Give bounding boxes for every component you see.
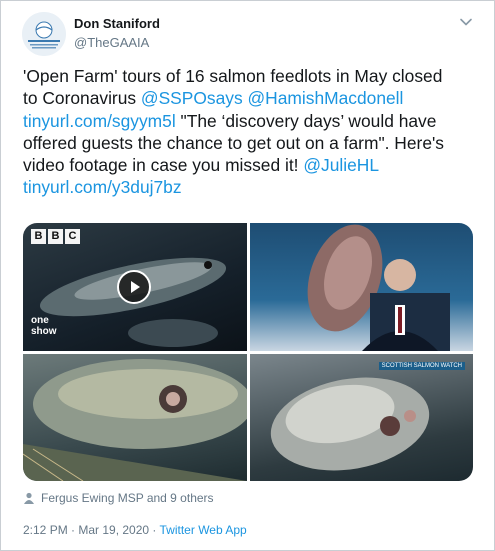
tweet-text-line: tinyurl.com/y3duj7bz	[23, 176, 483, 198]
author-avatar[interactable]	[22, 12, 66, 56]
tweet-link[interactable]: tinyurl.com/y3duj7bz	[23, 177, 182, 197]
media-image-3[interactable]	[23, 354, 247, 481]
tweet-timestamp[interactable]: 2:12 PM · Mar 19, 2020 ·	[23, 523, 160, 537]
play-icon[interactable]	[117, 270, 151, 304]
salmon-watch-badge: SCOTTISH SALMON WATCH	[378, 362, 465, 370]
liked-by-text: Fergus Ewing MSP and 9 others	[41, 491, 214, 505]
tweet-text-line: offered guests the chance to get out on …	[23, 132, 483, 154]
liked-by[interactable]: Fergus Ewing MSP and 9 others	[23, 491, 214, 505]
tweet-text-line: tinyurl.com/sgyym5l "The ‘discovery days…	[23, 110, 483, 132]
tweet-link[interactable]: tinyurl.com/sgyym5l	[23, 111, 176, 131]
video-thumbnail[interactable]: B B C one show	[23, 223, 247, 351]
tweet-text-segment: to Coronavirus	[23, 88, 141, 109]
author-handle[interactable]: @TheGAAIA	[74, 35, 149, 50]
chevron-down-icon[interactable]	[458, 14, 474, 30]
media-image-4[interactable]: SCOTTISH SALMON WATCH	[250, 354, 473, 481]
media-grid[interactable]: B B C one show SCOTTISH SALMON WATCH	[23, 223, 473, 481]
source-app-link[interactable]: Twitter Web App	[160, 523, 247, 537]
one-show-logo: one show	[31, 315, 57, 337]
tweet-text-segment: video footage in case you missed it!	[23, 155, 304, 176]
media-image-2[interactable]	[250, 223, 473, 351]
tweet-link[interactable]: @SSPOsays	[141, 88, 243, 108]
tweet-text-segment: "The ‘discovery days’ would have	[175, 110, 437, 131]
tweet-text-line: video footage in case you missed it! @Ju…	[23, 154, 483, 176]
person-icon	[23, 492, 35, 504]
tweet-metadata: 2:12 PM · Mar 19, 2020 · Twitter Web App	[23, 523, 247, 537]
tweet-text-segment: offered guests the chance to get out on …	[23, 132, 445, 153]
author-name[interactable]: Don Staniford	[74, 16, 160, 31]
tweet-card: Don Staniford @TheGAAIA 'Open Farm' tour…	[0, 0, 495, 551]
tweet-text-segment: 'Open Farm' tours of 16 salmon feedlots …	[23, 66, 443, 86]
bbc-logo: B B C	[31, 229, 80, 244]
tweet-text-line: 'Open Farm' tours of 16 salmon feedlots …	[23, 65, 483, 87]
tweet-link[interactable]: @JulieHL	[303, 155, 379, 175]
tweet-text-line: to Coronavirus @SSPOsays @HamishMacdonel…	[23, 87, 483, 109]
tweet-link[interactable]: @HamishMacdonell	[248, 88, 404, 108]
tweet-text: 'Open Farm' tours of 16 salmon feedlots …	[23, 65, 483, 199]
